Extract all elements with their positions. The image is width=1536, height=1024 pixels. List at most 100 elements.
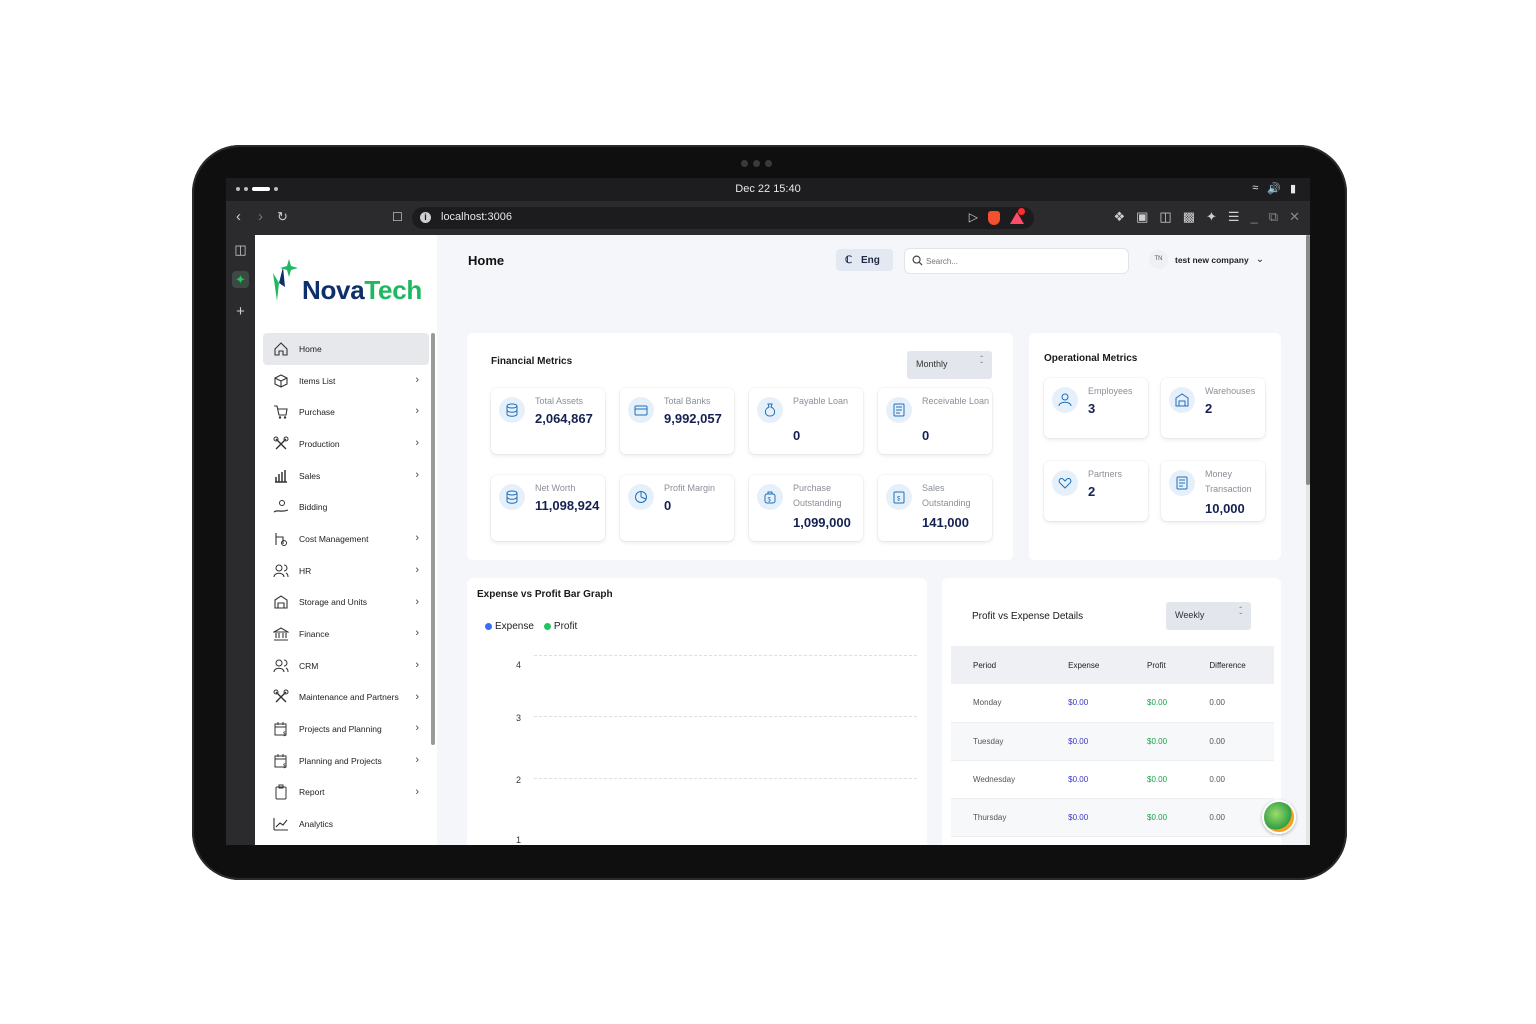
- sidebar-item-projects-and-planning[interactable]: $ Projects and Planning ›: [263, 713, 429, 745]
- search-input[interactable]: [926, 254, 1121, 269]
- table-row[interactable]: Thursday $0.00 $0.00 0.00: [951, 798, 1274, 837]
- url-text[interactable]: localhost:3006: [441, 211, 512, 223]
- sidebar-item-cost-management[interactable]: Cost Management ›: [263, 523, 429, 555]
- sidebar-item-production[interactable]: Production ›: [263, 428, 429, 460]
- sidebar-item-maintenance-and-partners[interactable]: Maintenance and Partners ›: [263, 682, 429, 714]
- metric-net-worth[interactable]: Net Worth 11,098,924: [491, 475, 605, 541]
- forward-icon[interactable]: ›: [258, 209, 263, 225]
- company-switcher[interactable]: TN test new company ⌄: [1149, 250, 1264, 269]
- brand-name: NovaTech: [302, 275, 422, 305]
- system-tray[interactable]: ≈ 🔊 ▮: [1252, 182, 1296, 195]
- sidebar-toggle-icon[interactable]: ◫: [1159, 209, 1171, 225]
- metric-employees[interactable]: Employees 3: [1044, 378, 1148, 438]
- sidebar-item-finance[interactable]: Finance ›: [263, 618, 429, 650]
- wallet-icon[interactable]: ▣: [1136, 209, 1148, 225]
- select-arrows-icon: ˆˇ: [1239, 606, 1242, 621]
- database-icon: [499, 484, 525, 510]
- company-name[interactable]: test new company: [1175, 255, 1249, 265]
- language-switch[interactable]: ℂ Eng: [836, 249, 893, 271]
- share-icon[interactable]: ▷: [969, 210, 978, 225]
- financial-period-select[interactable]: Monthly ˆˇ: [907, 351, 992, 379]
- metric-value: 1,099,000: [793, 515, 851, 530]
- brave-shield-icon[interactable]: [988, 211, 1000, 225]
- metric-money-transaction[interactable]: Money Transaction 10,000: [1161, 461, 1265, 521]
- table-row[interactable]: Tuesday $0.00 $0.00 0.00: [951, 722, 1274, 761]
- back-icon[interactable]: ‹: [236, 209, 241, 225]
- sidebar-item-bidding[interactable]: Bidding: [263, 491, 429, 523]
- tabs-icon[interactable]: ▩: [1183, 209, 1195, 225]
- users-icon: [273, 659, 289, 672]
- restore-icon[interactable]: ⧉: [1269, 209, 1278, 225]
- search-box[interactable]: [904, 248, 1129, 274]
- table-row[interactable]: Wednesday $0.00 $0.00 0.00: [951, 760, 1274, 799]
- novatech-logo[interactable]: NovaTech: [271, 257, 441, 307]
- avatar[interactable]: TN: [1149, 250, 1168, 269]
- sidebar-item-storage-and-units[interactable]: Storage and Units ›: [263, 587, 429, 619]
- sidebar-item-planning-and-projects[interactable]: $ Planning and Projects ›: [263, 745, 429, 777]
- column-header[interactable]: Period: [951, 646, 1047, 684]
- table-cell: Wednesday: [951, 760, 1047, 799]
- sidebar-item-items-list[interactable]: Items List ›: [263, 365, 429, 397]
- sidebar-item-purchase[interactable]: Purchase ›: [263, 396, 429, 428]
- column-header[interactable]: Difference: [1187, 646, 1274, 684]
- sidebar-item-label: Sales: [299, 470, 321, 481]
- metric-label: Payable Loan: [793, 396, 849, 406]
- assistant-fab[interactable]: [1262, 800, 1296, 834]
- address-bar[interactable]: i localhost:3006 ▷: [412, 207, 1034, 229]
- panel-icon[interactable]: ◫: [232, 241, 249, 258]
- legend-expense[interactable]: Expense: [485, 621, 534, 632]
- bookmark-icon[interactable]: ☐: [392, 209, 403, 225]
- extensions-icon[interactable]: ❖: [1113, 209, 1125, 225]
- site-info-icon[interactable]: i: [420, 212, 431, 223]
- receipt-icon: [1169, 470, 1195, 496]
- gridline: [534, 778, 917, 779]
- chevron-right-icon: ›: [415, 785, 419, 798]
- metric-value: 0: [664, 498, 672, 513]
- details-period-select[interactable]: Weekly ˆˇ: [1166, 602, 1251, 630]
- sidebar-item-label: Planning and Projects: [299, 755, 382, 766]
- screen: Dec 22 15:40 ≈ 🔊 ▮ ‹ › ↻ ☐ i localhost:3…: [226, 178, 1310, 845]
- chevron-right-icon: ›: [415, 373, 419, 386]
- leo-icon[interactable]: ✦: [1206, 209, 1217, 225]
- sidebar-item-analytics[interactable]: Analytics: [263, 808, 429, 840]
- table-cell: Monday: [951, 684, 1047, 723]
- sidebar-item-crm[interactable]: CRM ›: [263, 650, 429, 682]
- sidebar-item-hr[interactable]: HR ›: [263, 555, 429, 587]
- table-cell: 0.00: [1187, 798, 1274, 837]
- system-clock[interactable]: Dec 22 15:40: [226, 183, 1310, 195]
- metric-payable-loan[interactable]: Payable Loan 0: [749, 388, 863, 454]
- graph-legend: Expense Profit: [485, 621, 577, 632]
- app-favicon[interactable]: ✦: [232, 271, 249, 288]
- sidebar-item-home[interactable]: Home: [263, 333, 429, 365]
- metric-total-banks[interactable]: Total Banks 9,992,057: [620, 388, 734, 454]
- legend-profit[interactable]: Profit: [543, 621, 577, 632]
- reload-icon[interactable]: ↻: [277, 209, 288, 225]
- trend-icon: [273, 818, 288, 831]
- metric-receivable-loan[interactable]: Receivable Loan 0: [878, 388, 992, 454]
- select-arrows-icon: ˆˇ: [980, 355, 983, 370]
- menu-icon[interactable]: ☰: [1228, 209, 1240, 225]
- metric-total-assets[interactable]: Total Assets 2,064,867: [491, 388, 605, 454]
- metric-label: Purchase Outstanding: [793, 483, 842, 508]
- page-scrollbar[interactable]: [1306, 235, 1310, 845]
- y-tick: 1: [516, 835, 522, 845]
- rewards-icon[interactable]: [1010, 208, 1025, 224]
- table-row[interactable]: Monday $0.00 $0.00 0.00: [951, 684, 1274, 723]
- system-bar: Dec 22 15:40 ≈ 🔊 ▮: [226, 178, 1310, 201]
- sidebar-scrollbar[interactable]: [431, 333, 435, 745]
- metric-sales-outstanding[interactable]: $ Sales Outstanding 141,000: [878, 475, 992, 541]
- metric-purchase-outstanding[interactable]: $ Purchase Outstanding 1,099,000: [749, 475, 863, 541]
- minimize-icon[interactable]: _: [1251, 209, 1258, 225]
- hand-coin-icon: [273, 500, 289, 513]
- add-icon[interactable]: +: [232, 303, 249, 320]
- close-icon[interactable]: ✕: [1289, 209, 1300, 225]
- sidebar-item-sales[interactable]: Sales ›: [263, 460, 429, 492]
- metric-profit-margin[interactable]: Profit Margin 0: [620, 475, 734, 541]
- details-table: Period Expense Profit Difference Monday $…: [951, 646, 1274, 837]
- card-icon: [628, 397, 654, 423]
- metric-warehouses[interactable]: Warehouses 2: [1161, 378, 1265, 438]
- metric-partners[interactable]: Partners 2: [1044, 461, 1148, 521]
- sidebar-item-report[interactable]: Report ›: [263, 777, 429, 809]
- column-header[interactable]: Expense: [1046, 646, 1126, 684]
- column-header[interactable]: Profit: [1125, 646, 1188, 684]
